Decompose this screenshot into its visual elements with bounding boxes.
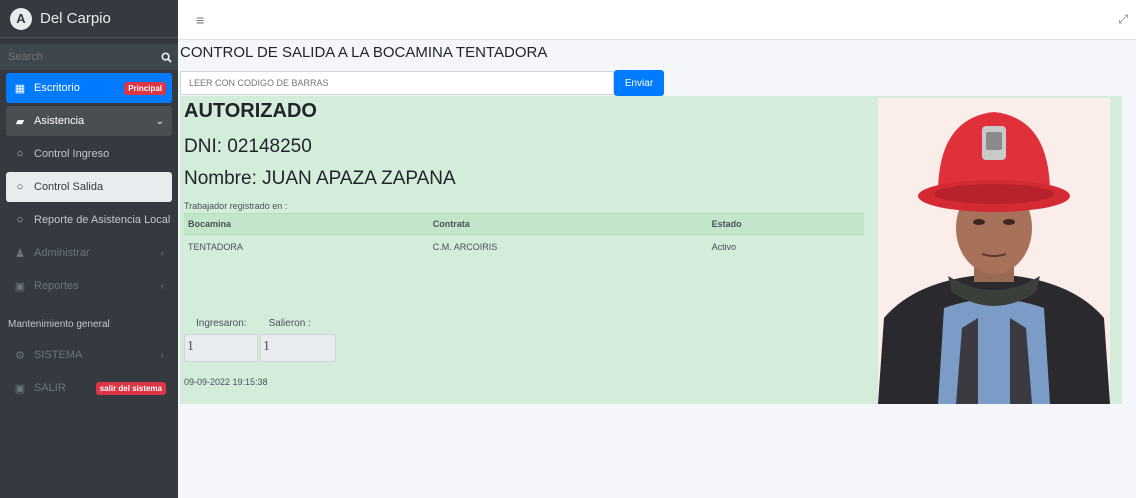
column-header: Bocamina	[184, 213, 429, 235]
sidebar-section-header: Mantenimiento general	[8, 319, 110, 330]
barcode-form: Enviar	[180, 70, 664, 96]
sidebar-item-sistema[interactable]: ⚙ SISTEMA ‹	[6, 340, 172, 370]
ingresaron-field: 1	[184, 334, 258, 362]
sidebar-item-reportes[interactable]: ▣ Reportes ‹	[6, 271, 172, 301]
principal-badge: Principal	[124, 82, 166, 95]
ingresaron-label: Ingresaron:	[196, 318, 247, 329]
circle-icon: ○	[16, 214, 24, 226]
salir-badge: salir del sistema	[95, 382, 166, 395]
sidebar-item-label: Asistencia	[34, 115, 85, 127]
sidebar-item-control-ingreso[interactable]: ○ Control Ingreso	[6, 139, 172, 169]
exit-icon: ▣	[14, 382, 26, 395]
sidebar-item-escritorio[interactable]: ▦ Escritorio Principal	[6, 73, 172, 103]
top-navbar: ≡ ⤢	[178, 0, 1136, 40]
hamburger-menu-icon[interactable]: ≡	[196, 12, 204, 28]
search-input[interactable]	[0, 44, 154, 70]
timestamp: 09-09-2022 19:15:38	[184, 377, 268, 387]
sidebar-item-asistencia[interactable]: ▰ Asistencia ⌄	[6, 106, 172, 136]
dni-text: DNI: 02148250	[184, 136, 312, 157]
people-icon: ▰	[15, 115, 25, 128]
chevron-left-icon: ‹	[160, 280, 164, 292]
chevron-left-icon: ‹	[160, 247, 164, 259]
sidebar-item-control-salida[interactable]: ○ Control Salida	[6, 172, 172, 202]
chevron-left-icon: ‹	[160, 349, 164, 361]
table-cell: C.M. ARCOIRIS	[428, 234, 708, 259]
chevron-down-icon: ⌄	[155, 115, 164, 127]
table-row: TENTADORA C.M. ARCOIRIS Activo	[184, 234, 864, 259]
sidebar-item-label: Control Ingreso	[34, 148, 110, 160]
user-icon: ♟	[15, 247, 25, 260]
counts-boxes: 1 1	[184, 334, 338, 362]
salieron-label: Salieron :	[268, 318, 311, 329]
page-title: CONTROL DE SALIDA A LA BOCAMINA TENTADOR…	[180, 44, 548, 61]
salieron-field: 1	[260, 334, 336, 362]
gear-icon: ⚙	[15, 349, 25, 362]
sidebar: A Del Carpio ▦ Escritorio Principal ▰ As…	[0, 0, 178, 498]
sidebar-item-administrar[interactable]: ♟ Administrar ‹	[6, 238, 172, 268]
status-label: AUTORIZADO	[184, 100, 317, 122]
counts-labels: Ingresaron: Salieron :	[196, 318, 333, 329]
registration-table: Bocamina Contrata Estado TENTADORA C.M. …	[184, 213, 864, 259]
name-text: Nombre: JUAN APAZA ZAPANA	[184, 168, 456, 189]
table-cell: TENTADORA	[184, 234, 429, 259]
table-cell: Activo	[707, 234, 864, 259]
search-icon[interactable]	[154, 44, 178, 70]
sidebar-item-reporte-asistencia[interactable]: ○ Reporte de Asistencia Local	[6, 205, 172, 235]
table-icon: ▦	[14, 82, 26, 95]
column-header: Contrata	[428, 213, 708, 235]
circle-icon: ○	[16, 181, 24, 193]
send-button[interactable]: Enviar	[614, 70, 664, 96]
chart-icon: ▣	[14, 280, 26, 293]
sidebar-item-label: Escritorio	[34, 82, 80, 94]
sidebar-item-label: SALIR	[34, 382, 66, 394]
brand-logo: A	[10, 7, 32, 30]
worker-photo	[878, 98, 1110, 404]
column-header: Estado	[707, 213, 864, 235]
sidebar-search	[0, 44, 178, 70]
barcode-input[interactable]	[180, 71, 614, 95]
sidebar-item-label: Administrar	[34, 247, 90, 259]
sidebar-item-label: Control Salida	[34, 181, 104, 193]
sidebar-item-label: SISTEMA	[34, 349, 83, 361]
fullscreen-icon[interactable]: ⤢	[1118, 12, 1128, 27]
table-header-row: Bocamina Contrata Estado	[184, 213, 864, 235]
registered-label: Trabajador registrado en :	[184, 201, 288, 211]
sidebar-item-label: Reporte de Asistencia Local	[34, 214, 171, 226]
sidebar-item-salir[interactable]: ▣ SALIR salir del sistema	[6, 373, 172, 403]
sidebar-item-label: Reportes	[34, 280, 79, 292]
circle-icon: ○	[16, 148, 24, 160]
brand-name: Del Carpio	[40, 10, 111, 27]
brand-link[interactable]: A Del Carpio	[0, 0, 178, 38]
